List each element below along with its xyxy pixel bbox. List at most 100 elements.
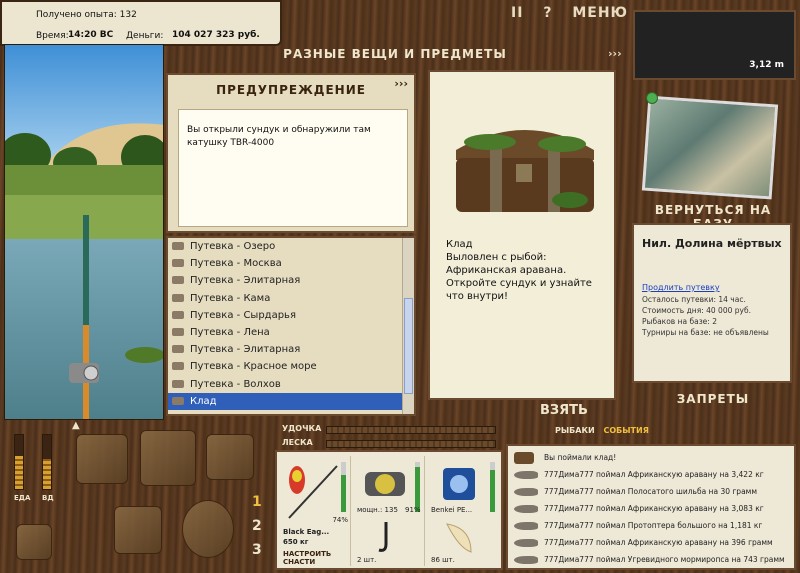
rod-name: Black Eag... bbox=[283, 528, 330, 536]
item-icon bbox=[172, 242, 184, 250]
backpack-icon[interactable] bbox=[76, 434, 128, 484]
fish-icon bbox=[514, 505, 538, 513]
items-list-item[interactable]: Путевка - Кама bbox=[168, 290, 414, 307]
item-icon bbox=[172, 259, 184, 268]
rod-weight: 650 кг bbox=[283, 538, 309, 546]
items-list-item[interactable]: Путевка - Озеро bbox=[168, 238, 414, 255]
day-cost: Стоимость дня: 40 000 руб. bbox=[642, 306, 751, 315]
pin-icon bbox=[646, 92, 658, 104]
take-button[interactable]: ВЗЯТЬ bbox=[540, 403, 588, 418]
player-info-panel: Получено опыта: 132 Время: 14:20 ВС День… bbox=[0, 0, 282, 46]
feed-entry-text: 777Дима777 поймал Африканскую аравану на… bbox=[544, 504, 764, 513]
reel-slot[interactable]: мощн.: 135 91% 2 шт. bbox=[353, 456, 425, 566]
items-list-item[interactable]: Путевка - Москва bbox=[168, 255, 414, 272]
fish-icon bbox=[514, 556, 538, 564]
feed-entry-text: Вы поймали клад! bbox=[544, 453, 617, 462]
item-description: Клад Выловлен с рыбой: Африканская арава… bbox=[446, 238, 606, 303]
items-list-scrollbar[interactable] bbox=[402, 238, 414, 414]
rod-slot[interactable]: 74% Black Eag... 650 кг НАСТРОИТЬ СНАСТИ bbox=[279, 456, 351, 566]
warning-message: Вы открыли сундук и обнаружили там катуш… bbox=[178, 109, 408, 227]
experience-text: Получено опыта: 132 bbox=[36, 10, 137, 20]
chest-icon bbox=[514, 452, 534, 464]
line-name: Benkei PE... bbox=[431, 506, 473, 514]
money-label: Деньги: bbox=[126, 31, 164, 41]
treasure-chest-image bbox=[456, 130, 594, 212]
item-icon bbox=[172, 293, 184, 302]
hook-icon bbox=[378, 522, 388, 552]
base-info-card: Нил. Долина мёртвых Продлить путевку Ост… bbox=[632, 223, 792, 383]
fish-icon bbox=[514, 539, 538, 547]
warning-dialog: ПРЕДУПРЕЖДЕНИЕ ››› Вы открыли сундук и о… bbox=[166, 73, 416, 233]
item-label: Путевка - Озеро bbox=[190, 241, 276, 252]
vodka-label: ВД bbox=[42, 494, 54, 502]
feed-entry: 777Дима777 поймал Угревидного мормиропса… bbox=[514, 552, 785, 568]
tackle-set-tabs: 1 2 3 bbox=[252, 494, 262, 566]
base-map-photo[interactable] bbox=[641, 95, 779, 200]
line-slot[interactable]: Benkei PE... 86 шт. bbox=[427, 456, 499, 566]
feed-entry-text: 777Дима777 поймал Африканскую аравану на… bbox=[544, 538, 773, 547]
line-bar-label: ЛЕСКА bbox=[282, 438, 313, 447]
line-level-fill bbox=[490, 469, 495, 512]
items-list-item[interactable]: Путевка - Элитарная bbox=[168, 341, 414, 358]
feed-entry: 777Дима777 поймал Африканскую аравану на… bbox=[514, 467, 764, 483]
tools-icon[interactable] bbox=[114, 506, 162, 554]
feed-tabs: РЫБАКИ СОБЫТИЯ bbox=[555, 426, 655, 435]
items-list-item[interactable]: Путевка - Сырдарья bbox=[168, 307, 414, 324]
item-label: Путевка - Волхов bbox=[190, 378, 281, 390]
line-level bbox=[490, 462, 495, 512]
food-gauge-fill bbox=[15, 455, 23, 489]
help-button[interactable]: ? bbox=[543, 5, 552, 21]
bans-button[interactable]: ЗАПРЕТЫ bbox=[633, 392, 793, 406]
item-label: Клад bbox=[190, 395, 217, 407]
item-label: Путевка - Сырдарья bbox=[190, 309, 296, 321]
rod-bar-track bbox=[326, 426, 496, 434]
keepnet-icon[interactable] bbox=[182, 500, 234, 558]
items-list-item[interactable]: Путевка - Лена bbox=[168, 324, 414, 341]
item-icon bbox=[172, 276, 184, 285]
items-list-item[interactable]: Путевка - Элитарная bbox=[168, 272, 414, 289]
warning-next-arrow[interactable]: ››› bbox=[394, 77, 408, 90]
extend-permit-link[interactable]: Продлить путевку bbox=[642, 283, 720, 292]
feed-entry: 777Дима777 поймал Протоптера большого на… bbox=[514, 518, 762, 534]
feed-entry-text: 777Дима777 поймал Протоптера большого на… bbox=[544, 521, 763, 530]
warning-title: ПРЕДУПРЕЖДЕНИЕ bbox=[216, 83, 366, 97]
menu-button[interactable]: МЕНЮ bbox=[572, 5, 628, 21]
lake-scene[interactable] bbox=[4, 44, 164, 420]
base-name: Нил. Долина мёртвых bbox=[642, 237, 782, 250]
items-list: Путевка - Озеро Путевка - Москва Путевка -… bbox=[166, 236, 416, 416]
rod-level-fill bbox=[341, 475, 346, 512]
scrollbar-thumb[interactable] bbox=[404, 298, 413, 394]
tackle-tab-2[interactable]: 2 bbox=[252, 518, 262, 542]
fishers-count: Рыбаков на базе: 2 bbox=[642, 317, 717, 326]
item-name: Клад bbox=[446, 239, 473, 250]
vodka-gauge-fill bbox=[43, 459, 51, 489]
tab-events[interactable]: СОБЫТИЯ bbox=[603, 426, 648, 435]
items-list-item[interactable]: Путевка - Волхов bbox=[168, 376, 414, 393]
tab-fishers[interactable]: РЫБАКИ bbox=[555, 426, 595, 435]
top-controls: II ? МЕНЮ bbox=[497, 5, 628, 21]
tackle-tab-3[interactable]: 3 bbox=[252, 542, 262, 566]
tackle-tab-1[interactable]: 1 bbox=[252, 494, 262, 518]
item-label: Путевка - Москва bbox=[190, 258, 282, 270]
item-label: Путевка - Кама bbox=[190, 292, 271, 304]
inventory-area: ЕДА ВД ▲ bbox=[6, 420, 268, 570]
time-label: Время: bbox=[36, 31, 69, 41]
arrow-up-icon: ▲ bbox=[72, 420, 80, 431]
setup-tackle-button[interactable]: НАСТРОИТЬ СНАСТИ bbox=[283, 550, 350, 566]
lake-view-illustration bbox=[5, 45, 163, 419]
items-panel-next-arrow[interactable]: ››› bbox=[608, 47, 622, 60]
items-list-item[interactable]: Клад bbox=[168, 392, 414, 410]
items-list-item[interactable]: Путевка - Красное море bbox=[168, 358, 414, 375]
item-icon bbox=[172, 396, 184, 405]
book-icon[interactable] bbox=[206, 434, 254, 480]
line-bar-track bbox=[326, 440, 496, 448]
pause-button[interactable]: II bbox=[511, 5, 523, 21]
item-label: Путевка - Элитарная bbox=[190, 275, 301, 287]
hook-count: 2 шт. bbox=[357, 556, 377, 564]
bag-icon[interactable] bbox=[140, 430, 196, 486]
reel-percent: 91% bbox=[405, 506, 421, 514]
feed-entry: Вы поймали клад! bbox=[514, 450, 616, 466]
item-icon bbox=[172, 327, 184, 336]
box-icon[interactable] bbox=[16, 524, 52, 560]
items-panel-title: РАЗНЫЕ ВЕЩИ И ПРЕДМЕТЫ bbox=[283, 47, 507, 61]
